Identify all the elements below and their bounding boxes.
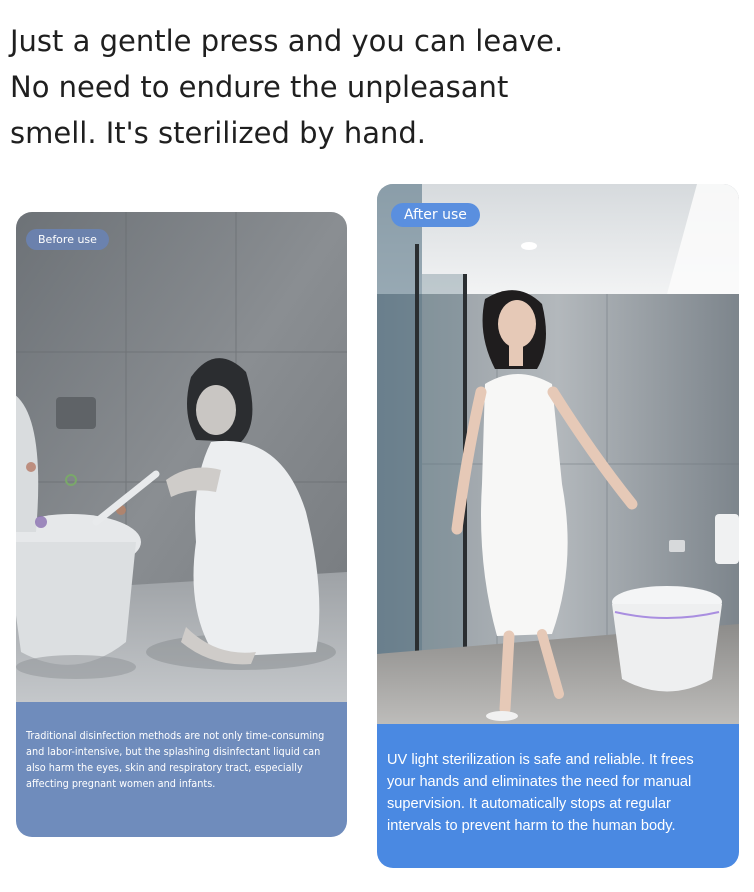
paper-dispenser-icon [56,397,96,429]
headline-line-3: smell. It's sterilized by hand. [10,116,427,150]
after-use-badge: After use [391,203,480,227]
before-use-card: Before use Traditional disinfection meth… [16,212,347,837]
headline: Just a gentle press and you can leave. N… [10,18,750,156]
before-use-badge: Before use [26,229,109,250]
before-use-photo [16,212,347,702]
after-use-caption: UV light sterilization is safe and relia… [377,724,739,868]
headline-line-2: No need to endure the unpleasant [10,70,509,104]
before-use-caption: Traditional disinfection methods are not… [16,702,347,837]
headline-line-1: Just a gentle press and you can leave. [10,24,564,58]
after-use-photo [377,184,739,724]
after-use-card: After use UV light sterilization is safe… [377,184,739,868]
